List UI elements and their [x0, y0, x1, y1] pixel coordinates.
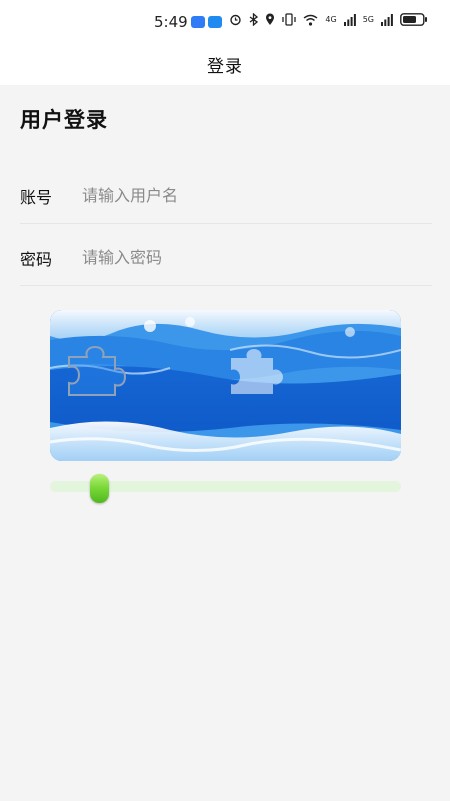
password-row: 密码 [20, 234, 432, 286]
captcha-slider-handle[interactable] [89, 474, 109, 503]
wifi-icon [303, 14, 318, 26]
account-row: 账号 [20, 172, 432, 224]
network-4g-label: 4G [325, 14, 337, 24]
vibrate-icon [282, 13, 297, 26]
login-heading: 用户登录 [20, 108, 108, 132]
bluetooth-icon [250, 13, 259, 26]
puzzle-slot-icon [231, 349, 283, 394]
alarm-icon [230, 14, 242, 26]
network-5g-label: 5G [362, 14, 374, 24]
app-bar: 登录 [0, 44, 450, 85]
page-title: 登录 [207, 57, 243, 77]
captcha-image [50, 310, 401, 461]
signal-icon [343, 13, 356, 26]
username-input[interactable] [82, 179, 412, 211]
status-time: 5:49 [154, 13, 188, 31]
status-icons: 4G 5G [229, 13, 428, 26]
notification-app-icon [191, 16, 205, 28]
location-icon [266, 13, 275, 25]
password-label: 密码 [20, 250, 53, 269]
notification-app-icon [208, 16, 222, 28]
signal-icon [381, 13, 393, 26]
password-input[interactable] [82, 241, 412, 273]
account-label: 账号 [20, 188, 53, 207]
puzzle-piece-icon [68, 345, 127, 396]
battery-icon [400, 13, 427, 26]
status-bar: 5:49 4G 5G [0, 0, 450, 44]
